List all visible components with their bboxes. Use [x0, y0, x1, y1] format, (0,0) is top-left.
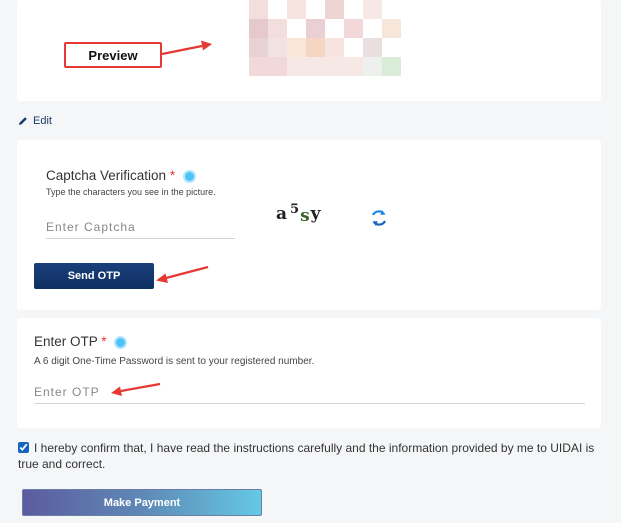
- annotation-layer: [111, 40, 212, 396]
- annotation-arrow: [161, 40, 212, 56]
- annotation-arrow: [156, 265, 209, 283]
- annotation-arrow: [111, 382, 161, 396]
